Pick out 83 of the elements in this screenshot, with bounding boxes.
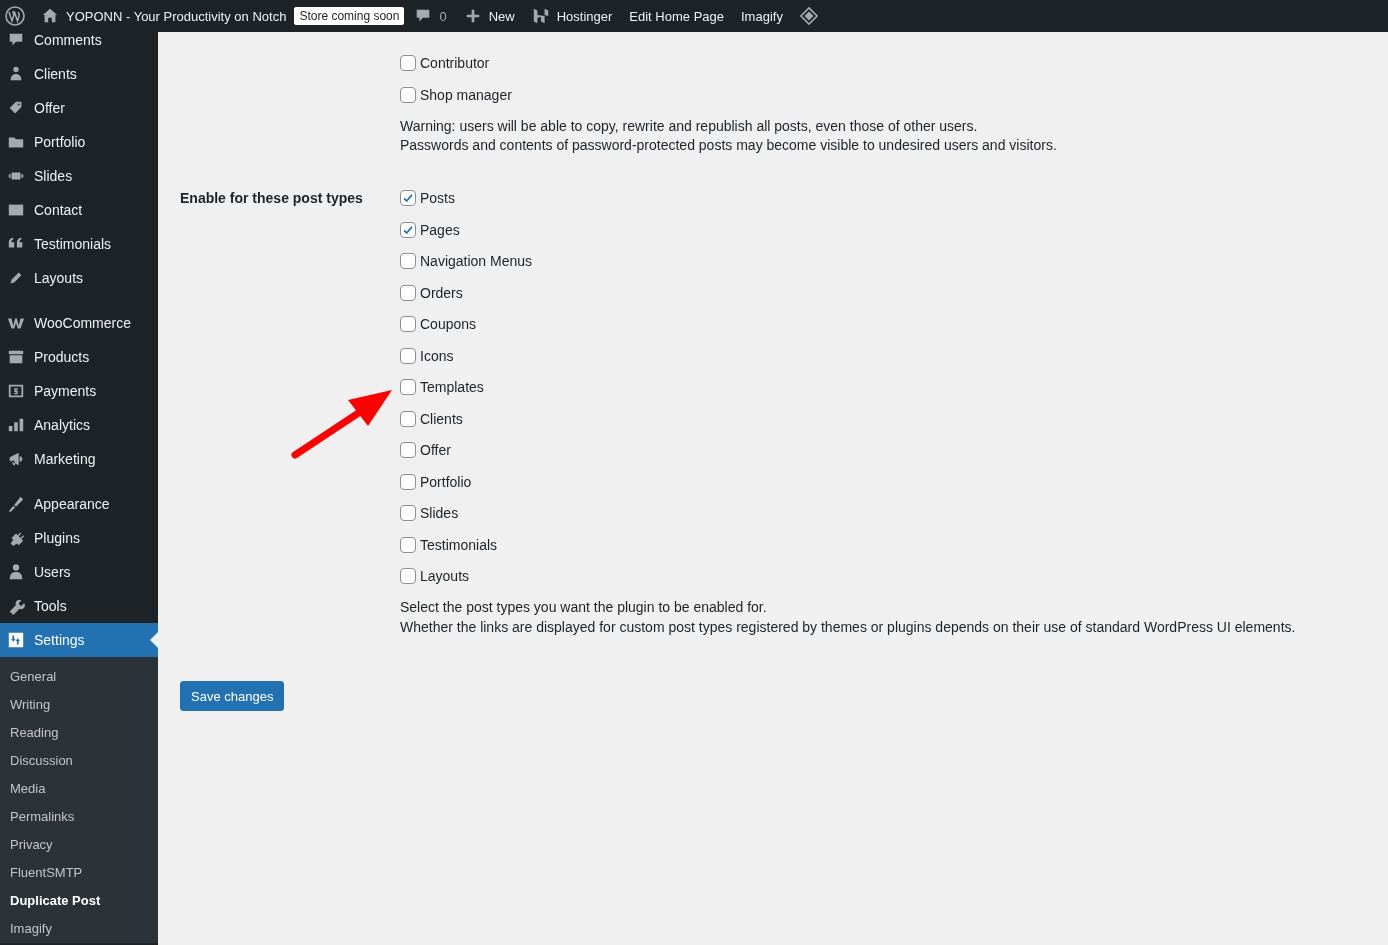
sidebar-item[interactable]: Portfolio — [0, 125, 158, 159]
checkbox[interactable] — [400, 568, 416, 585]
home-icon[interactable] — [41, 7, 59, 25]
description-text: Whether the links are displayed for custom post types registered by themes or plugins depends on their use of standard WordPress UI elements. — [400, 618, 1296, 637]
sidebar-item[interactable]: Contact — [0, 193, 158, 227]
field-label: Enable for these post types — [180, 189, 363, 206]
wordpress-logo-icon[interactable] — [5, 6, 25, 26]
toolbar-link[interactable]: Imagify — [741, 8, 783, 24]
checkbox-label: Offer — [420, 442, 451, 459]
submenu-link[interactable]: Imagify — [0, 915, 158, 943]
sidebar-item[interactable]: Offer — [0, 91, 158, 125]
checkbox[interactable] — [400, 442, 416, 459]
site-name-link[interactable]: YOPONN - Your Productivity on Notch — [66, 8, 287, 24]
checkbox[interactable] — [400, 505, 416, 522]
submenu-link[interactable]: Writing — [0, 691, 158, 719]
checkbox[interactable] — [400, 190, 416, 207]
menu-icon — [7, 382, 25, 400]
checkbox-label: Icons — [420, 347, 454, 364]
submenu-link[interactable]: Discussion — [0, 747, 158, 775]
toolbar-link[interactable]: Edit Home Page — [629, 8, 724, 24]
sidebar-item[interactable]: Users — [0, 555, 158, 589]
sidebar-item[interactable]: Slides — [0, 159, 158, 193]
sidebar-item[interactable]: Layouts — [0, 261, 158, 295]
submenu-link[interactable]: FluentSMTP — [0, 859, 158, 887]
checkbox[interactable] — [400, 253, 416, 270]
checkbox-label: Navigation Menus — [420, 253, 533, 270]
warning-text: Passwords and contents of password-protected posts may become visible to undesired users and visitors. — [400, 135, 1057, 155]
checkbox-label: Templates — [420, 379, 484, 396]
checkbox[interactable] — [400, 55, 416, 72]
sidebar-item[interactable]: Testimonials — [0, 227, 158, 261]
checkbox-label: Pages — [420, 221, 460, 238]
checkbox-label: Clients — [420, 410, 463, 427]
sidebar-item[interactable]: Plugins — [0, 521, 158, 555]
toolbar-link[interactable]: Hostinger — [556, 8, 613, 24]
sidebar-item[interactable]: Settings — [0, 623, 158, 657]
checkbox-label: Layouts — [420, 568, 470, 585]
submenu-link[interactable]: Duplicate Post — [0, 887, 158, 915]
sidebar-item[interactable]: Payments — [0, 374, 158, 408]
checkbox[interactable] — [400, 410, 416, 427]
menu-icon — [7, 416, 25, 434]
checkbox-label: Orders — [420, 284, 463, 301]
checkbox[interactable] — [400, 221, 416, 238]
checkbox[interactable] — [400, 316, 416, 333]
checkbox-label: Posts — [420, 190, 455, 207]
sidebar-item[interactable]: Products — [0, 340, 158, 374]
checkbox[interactable] — [400, 347, 416, 364]
checkbox-label: Slides — [420, 505, 459, 522]
checkbox-label: Coupons — [420, 316, 477, 333]
sidebar-item[interactable]: Analytics — [0, 408, 158, 442]
sidebar-item[interactable]: Appearance — [0, 487, 158, 521]
menu-icon — [7, 450, 25, 468]
submenu-link[interactable]: General — [0, 663, 158, 691]
checkbox[interactable] — [400, 536, 416, 553]
submenu-link[interactable]: Permalinks — [0, 803, 158, 831]
sidebar-item[interactable]: Clients — [0, 57, 158, 91]
current-indicator — [150, 632, 158, 648]
submenu-link[interactable]: Reading — [0, 719, 158, 747]
new-link[interactable]: New — [488, 8, 515, 24]
checkbox-label: Portfolio — [420, 473, 472, 490]
checkbox[interactable] — [400, 379, 416, 396]
menu-icon — [7, 631, 25, 649]
checkbox-label: Testimonials — [420, 536, 498, 553]
store-status-badge: Store coming soon — [294, 7, 405, 25]
comment-count: 0 — [439, 8, 447, 24]
submenu-link[interactable]: Media — [0, 775, 158, 803]
menu-icon — [7, 495, 25, 513]
sidebar-item[interactable]: WooCommerce — [0, 306, 158, 340]
checkbox-label: Shop manager — [420, 86, 512, 103]
checkbox[interactable] — [400, 86, 416, 103]
description-text: Select the post types you want the plugin to be enabled for. — [400, 598, 768, 617]
menu-icon — [7, 348, 25, 366]
submenu-link[interactable]: Privacy — [0, 831, 158, 859]
checkbox-label: Contributor — [420, 55, 490, 72]
menu-icon — [7, 563, 25, 581]
warning-text: Warning: users will be able to copy, rewrite and republish all posts, even those of other users. — [400, 116, 979, 136]
sidebar-item[interactable]: Marketing — [0, 442, 158, 476]
checkbox[interactable] — [400, 284, 416, 301]
hostinger-icon[interactable] — [531, 7, 550, 25]
diamond-icon[interactable] — [799, 7, 818, 25]
sidebar-item[interactable]: Tools — [0, 589, 158, 623]
menu-icon — [7, 597, 25, 615]
checkbox[interactable] — [400, 473, 416, 490]
save-button[interactable]: Save changes — [180, 681, 285, 711]
